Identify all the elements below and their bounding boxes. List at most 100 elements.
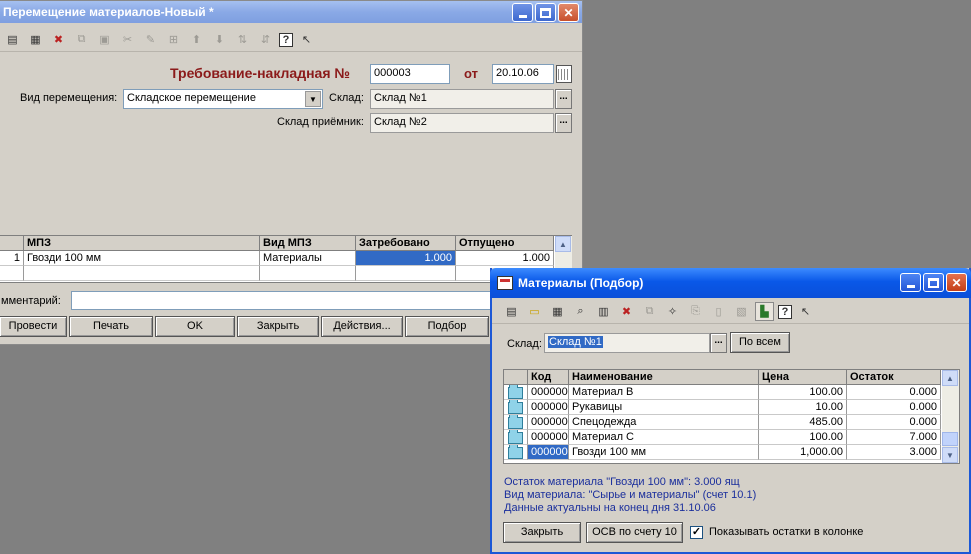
row-name[interactable]: Спецодежда	[569, 415, 759, 430]
table-header-requested[interactable]: Затребовано	[356, 236, 456, 251]
materials-warehouse-field[interactable]: Склад №1	[544, 333, 710, 353]
move-down-icon[interactable]: ⬇	[210, 30, 229, 49]
comment-input[interactable]	[71, 291, 491, 310]
doc-number-input[interactable]: 000003	[370, 64, 450, 84]
row-type[interactable]: Материалы	[260, 251, 356, 266]
row-name[interactable]: Материал C	[569, 430, 759, 445]
paste-icon[interactable]: ⎘	[686, 302, 705, 321]
edit-icon[interactable]: ✎	[141, 30, 160, 49]
row-price[interactable]: 10.00	[759, 400, 847, 415]
receiver-warehouse-field[interactable]: Склад №2	[370, 113, 554, 133]
row-name[interactable]: Рукавицы	[569, 400, 759, 415]
row-name[interactable]: Материал B	[569, 385, 759, 400]
ok-button[interactable]: OK	[155, 316, 235, 337]
receiver-choose-button[interactable]: ...	[555, 113, 572, 133]
materials-titlebar[interactable]: Материалы (Подбор) ✕	[490, 268, 971, 298]
print-button[interactable]: Печать	[69, 316, 153, 337]
table-row[interactable]	[504, 445, 528, 460]
group-icon[interactable]: ▣	[95, 30, 114, 49]
move-up-icon[interactable]: ⬆	[187, 30, 206, 49]
edit-icon[interactable]: ▥	[594, 302, 613, 321]
row-rest[interactable]: 7.000	[847, 430, 941, 445]
row-requested[interactable]: 1.000	[356, 251, 456, 266]
row-price[interactable]: 1,000.00	[759, 445, 847, 460]
row-rest[interactable]: 0.000	[847, 415, 941, 430]
materials-scrollbar[interactable]: ▲ ▼	[942, 370, 959, 463]
row-code[interactable]: 000000	[528, 445, 569, 460]
new-folder-icon[interactable]: ▭	[525, 302, 544, 321]
table-row[interactable]	[504, 415, 528, 430]
table-header-mpz[interactable]: МПЗ	[24, 236, 260, 251]
context-help-icon[interactable]: ↖	[297, 30, 316, 49]
sort-desc-icon[interactable]: ⇵	[256, 30, 275, 49]
table-header-type[interactable]: Вид МПЗ	[260, 236, 356, 251]
table-header-released[interactable]: Отпущено	[456, 236, 554, 251]
row-name[interactable]: Гвозди 100 мм	[569, 445, 759, 460]
close-window-button[interactable]: ✕	[946, 273, 967, 292]
sort-asc-icon[interactable]: ⇅	[233, 30, 252, 49]
scroll-up-icon[interactable]: ▲	[942, 370, 958, 386]
help-icon[interactable]: ?	[778, 304, 792, 319]
osv-button[interactable]: ОСВ по счету 10	[586, 522, 683, 543]
movement-type-select[interactable]: Складское перемещение ▼	[123, 89, 323, 109]
row-code[interactable]: 000000	[528, 415, 569, 430]
copy-icon[interactable]: ⧉	[640, 302, 659, 321]
chevron-down-icon[interactable]: ▼	[305, 91, 321, 107]
calendar-icon[interactable]	[556, 65, 572, 83]
maximize-button[interactable]	[923, 273, 944, 292]
row-released[interactable]: 1.000	[456, 251, 554, 266]
edit-item-icon[interactable]: ▤	[502, 302, 521, 321]
row-price[interactable]: 485.00	[759, 415, 847, 430]
add-row-icon[interactable]: ▦	[26, 30, 45, 49]
hierarchy-icon[interactable]: ▙	[755, 302, 774, 321]
actions-button[interactable]: Действия...	[321, 316, 403, 337]
row-price[interactable]: 100.00	[759, 430, 847, 445]
document-table[interactable]: МПЗ Вид МПЗ Затребовано Отпущено 1 Гвозд…	[0, 235, 572, 283]
minimize-button[interactable]	[512, 3, 533, 22]
move-icon[interactable]: ✧	[663, 302, 682, 321]
view-icon[interactable]: ▧	[732, 302, 751, 321]
row-number[interactable]: 1	[0, 251, 24, 266]
context-help-icon[interactable]: ↖	[796, 302, 815, 321]
materials-warehouse-choose-button[interactable]: ...	[710, 333, 727, 353]
scroll-thumb[interactable]	[942, 432, 958, 446]
scroll-up-icon[interactable]: ▲	[555, 236, 571, 252]
warehouse-choose-button[interactable]: ...	[555, 89, 572, 109]
minimize-button[interactable]	[900, 273, 921, 292]
main-titlebar[interactable]: Перемещение материалов-Новый * ✕	[0, 1, 582, 23]
help-icon[interactable]: ?	[279, 32, 293, 47]
scroll-down-icon[interactable]: ▼	[942, 447, 958, 463]
table-row[interactable]	[504, 400, 528, 415]
table-header-price[interactable]: Цена	[759, 370, 847, 385]
table-header-code[interactable]: Код	[528, 370, 569, 385]
date-input[interactable]: 20.10.06	[492, 64, 554, 84]
cut-icon[interactable]: ✂	[118, 30, 137, 49]
materials-table[interactable]: Код Наименование Цена Остаток 000000 Мат…	[503, 369, 960, 464]
row-rest[interactable]: 3.000	[847, 445, 941, 460]
delete-row-icon[interactable]: ✖	[49, 30, 68, 49]
delete-icon[interactable]: ✖	[617, 302, 636, 321]
row-code[interactable]: 000000	[528, 430, 569, 445]
row-mpz[interactable]: Гвозди 100 мм	[24, 251, 260, 266]
row-rest[interactable]: 0.000	[847, 400, 941, 415]
table-header-rest[interactable]: Остаток	[847, 370, 941, 385]
maximize-button[interactable]	[535, 3, 556, 22]
row-code[interactable]: 000000	[528, 385, 569, 400]
post-button[interactable]: Провести	[0, 316, 67, 337]
warehouse-field[interactable]: Склад №1	[370, 89, 554, 109]
close-window-button[interactable]: ✕	[558, 3, 579, 22]
add-item-icon[interactable]: ▦	[548, 302, 567, 321]
row-code[interactable]: 000000	[528, 400, 569, 415]
edit-row-icon[interactable]: ▤	[3, 30, 22, 49]
row-rest[interactable]: 0.000	[847, 385, 941, 400]
table-row[interactable]	[504, 430, 528, 445]
close-button[interactable]: Закрыть	[237, 316, 319, 337]
all-warehouses-button[interactable]: По всем	[730, 332, 790, 353]
show-rest-checkbox[interactable]: ✓	[690, 526, 703, 539]
materials-close-button[interactable]: Закрыть	[503, 522, 581, 543]
table-icon[interactable]: ⊞	[164, 30, 183, 49]
table-header-name[interactable]: Наименование	[569, 370, 759, 385]
select-button[interactable]: Подбор	[405, 316, 489, 337]
table-row[interactable]	[504, 385, 528, 400]
copy-row-icon[interactable]: ⧉	[72, 30, 91, 49]
